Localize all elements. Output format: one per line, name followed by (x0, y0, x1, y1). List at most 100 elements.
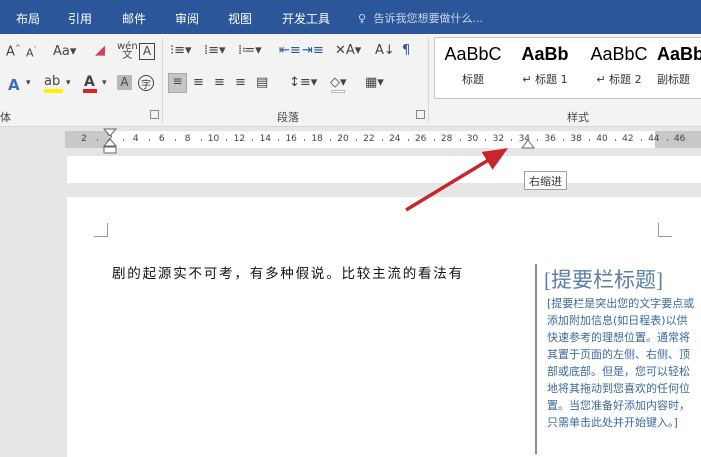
change-case-button[interactable]: Aa▾ (53, 44, 76, 59)
style-heading-1[interactable]: AaBb ↵ 标题 1 (507, 44, 583, 87)
ruler-tick (640, 139, 642, 141)
text-effects-icon[interactable]: A (8, 76, 20, 94)
style-heading-2[interactable]: AaBbC ↵ 标题 2 (581, 44, 657, 87)
style-title[interactable]: AaBbC 标题 (435, 44, 511, 87)
style-name: 标题 (462, 73, 484, 86)
style-name: ↵ 标题 2 (596, 73, 642, 86)
justify-icon[interactable]: ≡ (235, 75, 246, 90)
align-left-icon[interactable]: ≡ (168, 73, 187, 93)
ruler-number: 18 (311, 134, 323, 144)
ruler-number: 22 (363, 134, 375, 144)
ruler-number: 38 (570, 134, 582, 144)
ribbon: A^ Aˇ Aa▾ ◢ wén 文 A A ▾ ab ▾ A ▾ A 字 体 ⁝≡… (0, 34, 701, 127)
ruler-number: 26 (414, 134, 427, 144)
ruler-number: 44 (648, 134, 660, 144)
ruler-number: 16 (285, 134, 297, 144)
ruler-number: 20 (337, 134, 349, 144)
style-name: 副标题 (657, 73, 690, 86)
style-subtitle[interactable]: AaBb 副标题 (651, 44, 701, 87)
tab-view[interactable]: 视图 (228, 10, 252, 27)
ruler-number: 12 (233, 134, 246, 144)
ruler-tick (304, 139, 306, 141)
sort-icon[interactable]: A↓ (375, 43, 395, 58)
ruler-number: 8 (184, 134, 191, 144)
shading-icon[interactable]: ◇▾ (330, 75, 347, 90)
tab-references[interactable]: 引用 (68, 10, 92, 27)
ruler-tick (96, 139, 98, 141)
style-sample: AaBb (521, 44, 569, 64)
ruler-tick (148, 139, 150, 141)
character-shading-icon[interactable]: A (117, 75, 132, 90)
align-center-icon[interactable]: ≡ (193, 75, 204, 90)
font-color-icon[interactable]: A (84, 74, 95, 90)
eraser-icon[interactable]: ◢ (95, 43, 105, 58)
text-effects-dropdown-icon[interactable]: ▾ (26, 78, 31, 88)
right-indent-marker-icon[interactable] (521, 139, 535, 150)
highlight-icon[interactable]: ab (44, 74, 60, 89)
tab-review[interactable]: 审阅 (175, 10, 199, 27)
character-border-icon[interactable]: A (139, 43, 155, 60)
phonetic-guide-icon[interactable]: wén 文 (117, 42, 138, 61)
ruler-tick (407, 139, 409, 141)
bullets-icon[interactable]: ⁝≡▾ (170, 43, 192, 58)
multilevel-list-icon[interactable]: ⁞≔▾ (238, 43, 262, 58)
distributed-icon[interactable]: ▤ (256, 75, 268, 90)
style-name: ↵ 标题 1 (522, 73, 568, 86)
increase-indent-icon[interactable]: ⇥≡ (302, 43, 324, 58)
ruler-tick (485, 139, 487, 141)
ruler-tick (589, 139, 591, 141)
grow-font-icon[interactable]: A^ (6, 44, 21, 59)
left-indent-marker-icon[interactable] (102, 128, 118, 156)
shading-color-bar (331, 90, 345, 93)
sidebar-title[interactable]: [提要栏标题] (544, 264, 663, 294)
ruler-tick (174, 139, 176, 141)
previous-page (67, 156, 701, 183)
highlight-color-bar (44, 89, 63, 93)
margin-corner-mark (658, 223, 672, 237)
ruler-tick (666, 139, 668, 141)
group-divider (428, 38, 429, 123)
sidebar-text[interactable]: [提要栏是突出您的文字要点或添加附加信息(如日程表)以供快速参考的理想位置。通常… (547, 295, 697, 431)
ruler-number: 42 (622, 134, 634, 144)
paragraph-group-label: 段落 (277, 111, 299, 124)
ruler-tick (252, 139, 254, 141)
enclose-characters-icon[interactable]: 字 (138, 75, 154, 91)
show-marks-icon[interactable]: ¶ (402, 43, 410, 58)
decrease-indent-icon[interactable]: ⇤≡ (279, 43, 301, 58)
ruler-tick (459, 139, 461, 141)
ruler-tick (200, 139, 202, 141)
sidebar-textbox[interactable]: [提要栏标题] [提要栏是突出您的文字要点或添加附加信息(如日程表)以供快速参考… (535, 264, 701, 454)
style-name-text: 标题 1 (535, 73, 568, 86)
ruler-tick (614, 139, 616, 141)
document-body-text[interactable]: 剧的起源实不可考，有多种假说。比较主流的看法有 (112, 262, 464, 282)
font-color-dropdown-icon[interactable]: ▾ (102, 78, 107, 88)
tab-developer[interactable]: 开发工具 (282, 10, 330, 27)
ruler-tick (122, 139, 124, 141)
style-name-text: 标题 2 (609, 73, 642, 86)
ruler-tick (433, 139, 435, 141)
ruler-tick (511, 139, 513, 141)
font-dialog-launcher-icon[interactable] (150, 110, 159, 119)
ruler-number: 10 (207, 134, 220, 144)
chinese-layout-icon[interactable]: ✕A▾ (335, 43, 361, 58)
ruler-number: 4 (132, 134, 139, 144)
tell-me-box[interactable]: ♀ 告诉我您想要做什么... (358, 10, 483, 26)
highlight-dropdown-icon[interactable]: ▾ (66, 78, 71, 88)
styles-gallery: AaBbC 标题 AaBb ↵ 标题 1 AaBbC ↵ 标题 2 AaBb 副… (434, 37, 701, 99)
tab-mailings[interactable]: 邮件 (122, 10, 146, 27)
tab-layout[interactable]: 布局 (16, 10, 40, 27)
ruler-number: 32 (492, 134, 505, 144)
ruler-tick (278, 139, 280, 141)
change-case-label: Aa (53, 44, 70, 59)
ribbon-tab-bar: 布局 引用 邮件 审阅 视图 开发工具 ♀ 告诉我您想要做什么... (0, 0, 701, 34)
align-right-icon[interactable]: ≡ (214, 75, 225, 90)
ruler-number: 24 (389, 134, 401, 144)
paragraph-dialog-launcher-icon[interactable] (416, 110, 425, 119)
horizontal-ruler[interactable]: 2246810121416182022242628303234363840424… (65, 131, 701, 148)
ruler-tick (563, 139, 565, 141)
numbering-icon[interactable]: ⁞≡▾ (204, 43, 226, 58)
line-spacing-icon[interactable]: ↕≡▾ (289, 75, 317, 90)
ruler-number: 2 (81, 134, 87, 144)
borders-icon[interactable]: ▦▾ (365, 75, 384, 90)
shrink-font-icon[interactable]: Aˇ (26, 46, 37, 60)
